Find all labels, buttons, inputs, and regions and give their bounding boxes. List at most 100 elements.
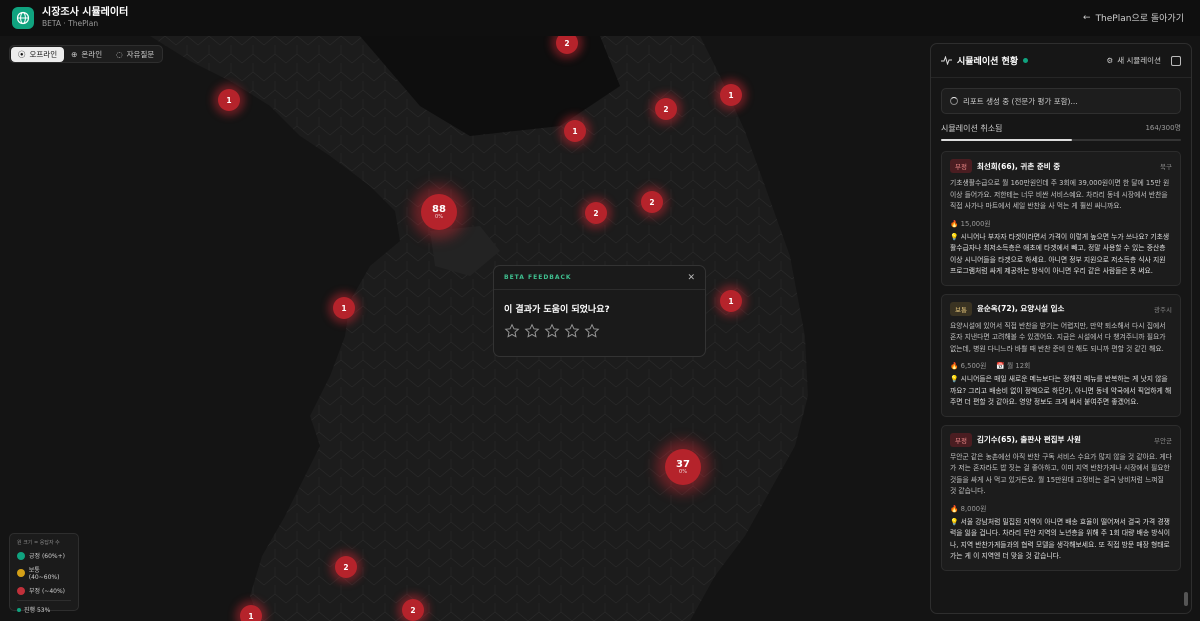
fire-icon: 🔥 bbox=[950, 219, 959, 228]
suggestion-text: 서울 강남처럼 밀집된 지역이 아니면 배송 효율이 떨어져서 결국 가격 경쟁… bbox=[950, 517, 1171, 561]
progress-fill bbox=[941, 139, 1073, 141]
fire-icon: 🔥 bbox=[950, 504, 959, 513]
panel-scrollbar[interactable] bbox=[1184, 592, 1188, 606]
back-to-theplan-link[interactable]: ← ThePlan으로 돌아가기 bbox=[1083, 11, 1184, 25]
map-cluster[interactable]: 37 0% bbox=[665, 449, 701, 485]
tab-offline[interactable]: ⦿ 오프라인 bbox=[11, 46, 65, 62]
response-text: 무안군 같은 농촌에선 아직 반찬 구독 서비스 수요가 많지 않을 것 같아요… bbox=[950, 452, 1172, 496]
progress-indicator: 진행 53% bbox=[17, 600, 71, 614]
suggestion-text: 시니어들은 매일 새로운 메뉴보다는 정해진 메뉴를 반복하는 게 낫지 않을까… bbox=[950, 375, 1172, 406]
legend-title: 원 크기 = 응답자 수 bbox=[17, 540, 60, 546]
map-cluster[interactable]: 2 bbox=[585, 202, 607, 224]
price-value: 6,500원 bbox=[960, 362, 987, 370]
gear-icon: ⚙ bbox=[1106, 56, 1114, 65]
map-cluster[interactable]: 2 bbox=[402, 599, 424, 621]
panel-header: 시뮬레이션 현황 ⚙ 새 시뮬레이션 bbox=[931, 44, 1191, 78]
cluster-count: 2 bbox=[593, 208, 599, 218]
star-icon[interactable] bbox=[524, 323, 540, 339]
response-meta: 🔥 6,500원 📅 월 12회 bbox=[950, 360, 1172, 370]
beta-feedback-dialog: BETA FEEDBACK ✕ 이 결과가 도움이 되었나요? bbox=[493, 265, 706, 357]
tab-label: 오프라인 bbox=[29, 49, 58, 59]
lightbulb-icon: 💡 bbox=[950, 375, 959, 383]
suggestion: 💡 시니어나 부자자 타겟이라면서 가격이 이렇게 높으면 누가 쓰나요? 기초… bbox=[950, 232, 1172, 278]
calendar-icon: 📅 bbox=[996, 362, 1005, 370]
report-status-text: 리포트 생성 중 (전문가 평가 포함)... bbox=[963, 96, 1078, 106]
tab-label: 자유질문 bbox=[126, 49, 155, 59]
legend-swatch bbox=[17, 586, 25, 595]
tab-label: 온라인 bbox=[81, 49, 103, 59]
map-cluster[interactable]: 1 bbox=[720, 84, 742, 106]
map-cluster[interactable]: 1 bbox=[564, 120, 586, 142]
legend-swatch bbox=[17, 569, 25, 577]
persona-name: 최선희(66), 귀촌 준비 중 bbox=[976, 161, 1061, 171]
star-icon[interactable] bbox=[504, 323, 520, 339]
suggestion-text: 시니어나 부자자 타겟이라면서 가격이 이렇게 높으면 누가 쓰나요? 기초생활… bbox=[950, 232, 1170, 276]
cluster-count: 1 bbox=[728, 296, 734, 306]
sentiment-badge: 부정 bbox=[950, 432, 972, 447]
response-text: 요양시설에 있어서 직접 반찬을 받기는 어렵지만, 만약 퇴소해서 다시 집에… bbox=[950, 321, 1166, 353]
cluster-count: 2 bbox=[564, 38, 570, 48]
globe-icon bbox=[16, 11, 30, 25]
simulation-status-row: 시뮬레이션 취소됨 164/300명 bbox=[941, 123, 1181, 134]
chat-bubble-icon: ◌ bbox=[116, 49, 123, 59]
simulation-progress-bar bbox=[941, 139, 1181, 141]
new-simulation-label: 새 시뮬레이션 bbox=[1117, 56, 1161, 65]
map-cluster[interactable]: 1 bbox=[240, 605, 262, 621]
back-link-label: ThePlan으로 돌아가기 bbox=[1095, 14, 1184, 24]
frequency-value: 월 12회 bbox=[1007, 362, 1031, 370]
mode-switcher: ⦿ 오프라인 ⊕ 온라인 ◌ 자유질문 bbox=[9, 45, 164, 63]
location-pin-icon: ⦿ bbox=[18, 49, 26, 59]
report-status: 리포트 생성 중 (전문가 평가 포함)... bbox=[941, 88, 1181, 114]
close-icon[interactable]: ✕ bbox=[687, 273, 695, 283]
cluster-count: 1 bbox=[572, 126, 578, 136]
legend-label: 부정 (~40%) bbox=[29, 588, 65, 595]
cluster-count: 2 bbox=[649, 197, 655, 207]
top-bar: 시장조사 시뮬레이터 BETA · ThePlan ← ThePlan으로 돌아… bbox=[0, 0, 1200, 36]
response-meta: 🔥 15,000원 bbox=[950, 218, 1172, 228]
fire-icon: 🔥 bbox=[950, 362, 959, 370]
legend-label: 긍정 (60%+) bbox=[29, 553, 65, 560]
persona-location: 북구 bbox=[1160, 163, 1172, 171]
new-simulation-button[interactable]: ⚙ 새 시뮬레이션 bbox=[1106, 55, 1161, 66]
persona-name: 윤순옥(72), 요양시설 입소 bbox=[976, 304, 1065, 313]
response-card: 보통 윤순옥(72), 요양시설 입소 광주시 요양시설에 있어서 직접 반찬을… bbox=[941, 293, 1181, 417]
globe-icon: ⊕ bbox=[71, 49, 78, 59]
map-cluster[interactable]: 1 bbox=[720, 290, 742, 312]
star-icon[interactable] bbox=[544, 323, 560, 339]
lightbulb-icon: 💡 bbox=[950, 517, 959, 526]
response-meta: 🔥 8,000원 bbox=[950, 503, 1172, 513]
star-icon[interactable] bbox=[564, 323, 580, 339]
star-icon[interactable] bbox=[584, 323, 600, 339]
lightbulb-icon: 💡 bbox=[950, 232, 959, 241]
spinner-icon bbox=[950, 97, 958, 105]
tab-online[interactable]: ⊕ 온라인 bbox=[64, 47, 109, 62]
cancel-status-text: 시뮬레이션 취소됨 bbox=[941, 124, 1003, 133]
response-card: 부정 최선희(66), 귀촌 준비 중 북구 기초생활수급으로 월 160만원인… bbox=[941, 151, 1181, 286]
sentiment-badge: 부정 bbox=[950, 159, 972, 173]
response-card: 부정 김기수(65), 출판사 편집부 사원 무안군 무안군 같은 농촌에선 아… bbox=[941, 424, 1181, 571]
tab-free-question[interactable]: ◌ 자유질문 bbox=[109, 47, 161, 62]
brand: 시장조사 시뮬레이터 BETA · ThePlan bbox=[42, 7, 128, 29]
feedback-question: 이 결과가 도움이 되었나요? bbox=[504, 305, 610, 315]
map-cluster[interactable]: 1 bbox=[333, 297, 355, 319]
price-info: 🔥 15,000원 bbox=[950, 218, 991, 228]
map-cluster[interactable]: 2 bbox=[655, 98, 677, 120]
map-cluster[interactable]: 1 bbox=[218, 89, 240, 111]
status-dot-icon bbox=[17, 607, 21, 612]
legend-label: 보통 (40~60%) bbox=[28, 567, 60, 581]
sentiment-badge: 보통 bbox=[950, 301, 972, 316]
live-status-dot bbox=[1023, 58, 1029, 63]
response-list[interactable]: 부정 최선희(66), 귀촌 준비 중 북구 기초생활수급으로 월 160만원인… bbox=[941, 151, 1181, 571]
legend-item-neutral: 보통 (40~60%) bbox=[17, 565, 71, 581]
price-info: 🔥 6,500원 bbox=[950, 360, 986, 370]
collapse-panel-icon[interactable] bbox=[1171, 55, 1181, 66]
persona-location: 무안군 bbox=[1154, 436, 1172, 445]
legend-item-positive: 긍정 (60%+) bbox=[17, 551, 71, 560]
respondent-count: 164/300명 bbox=[1145, 124, 1181, 132]
map-cluster[interactable]: 2 bbox=[641, 191, 663, 213]
cluster-count: 1 bbox=[728, 90, 734, 100]
suggestion: 💡 서울 강남처럼 밀집된 지역이 아니면 배송 효율이 떨어져서 결국 가격 … bbox=[950, 517, 1172, 563]
map-cluster[interactable]: 2 bbox=[335, 556, 357, 578]
app-title: 시장조사 시뮬레이터 bbox=[42, 7, 129, 18]
map-cluster[interactable]: 88 0% bbox=[421, 194, 457, 230]
